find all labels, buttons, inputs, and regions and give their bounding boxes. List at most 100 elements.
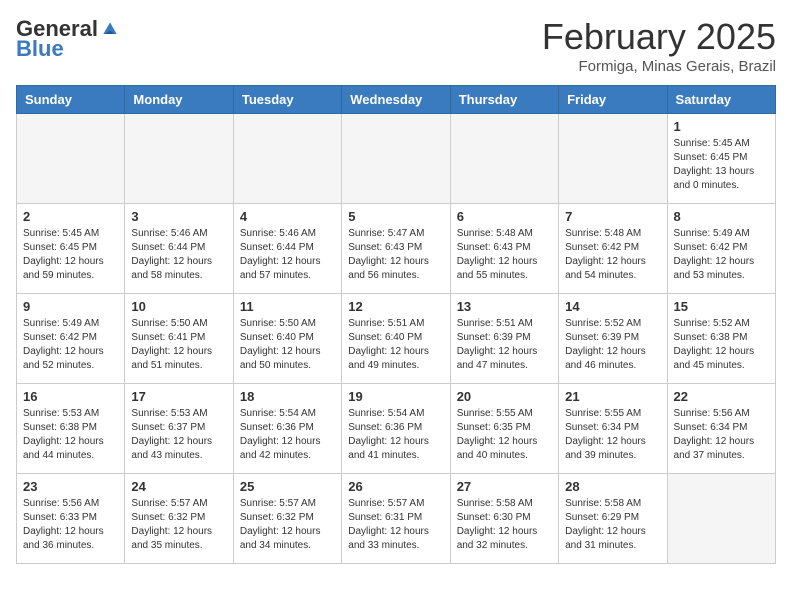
calendar-cell: 5 Sunrise: 5:47 AM Sunset: 6:43 PM Daylig… [342,204,450,294]
day-number: 16 [23,389,118,404]
calendar-cell: 24 Sunrise: 5:57 AM Sunset: 6:32 PM Dayli… [125,474,233,564]
calendar-week-2: 2 Sunrise: 5:45 AM Sunset: 6:45 PM Daylig… [17,204,776,294]
day-info: Sunrise: 5:45 AM Sunset: 6:45 PM Dayligh… [23,227,118,283]
calendar-week-5: 23 Sunrise: 5:56 AM Sunset: 6:33 PM Dayli… [17,474,776,564]
calendar-cell: 11 Sunrise: 5:50 AM Sunset: 6:40 PM Dayli… [233,294,341,384]
day-info: Sunrise: 5:49 AM Sunset: 6:42 PM Dayligh… [23,317,118,373]
weekday-header-monday: Monday [125,86,233,114]
day-number: 6 [457,209,552,224]
calendar-cell: 27 Sunrise: 5:58 AM Sunset: 6:30 PM Dayli… [450,474,558,564]
day-number: 2 [23,209,118,224]
calendar-cell: 3 Sunrise: 5:46 AM Sunset: 6:44 PM Daylig… [125,204,233,294]
calendar-table: SundayMondayTuesdayWednesdayThursdayFrid… [16,85,776,564]
calendar-cell: 28 Sunrise: 5:58 AM Sunset: 6:29 PM Dayli… [559,474,667,564]
day-info: Sunrise: 5:58 AM Sunset: 6:30 PM Dayligh… [457,497,552,553]
calendar-cell [667,474,775,564]
day-number: 25 [240,479,335,494]
day-number: 8 [674,209,769,224]
day-number: 11 [240,299,335,314]
day-info: Sunrise: 5:57 AM Sunset: 6:32 PM Dayligh… [131,497,226,553]
calendar-cell [342,114,450,204]
calendar-cell [559,114,667,204]
day-info: Sunrise: 5:55 AM Sunset: 6:35 PM Dayligh… [457,407,552,463]
day-info: Sunrise: 5:54 AM Sunset: 6:36 PM Dayligh… [240,407,335,463]
calendar-cell: 12Sunrise: 5:51 AM Sunset: 6:40 PM Dayli… [342,294,450,384]
calendar-week-1: 1 Sunrise: 5:45 AM Sunset: 6:45 PM Daylig… [17,114,776,204]
day-info: Sunrise: 5:46 AM Sunset: 6:44 PM Dayligh… [131,227,226,283]
calendar-cell: 9 Sunrise: 5:49 AM Sunset: 6:42 PM Daylig… [17,294,125,384]
day-info: Sunrise: 5:57 AM Sunset: 6:32 PM Dayligh… [240,497,335,553]
day-number: 13 [457,299,552,314]
weekday-header-friday: Friday [559,86,667,114]
calendar-cell: 10 Sunrise: 5:50 AM Sunset: 6:41 PM Dayli… [125,294,233,384]
day-number: 9 [23,299,118,314]
calendar-cell: 1 Sunrise: 5:45 AM Sunset: 6:45 PM Daylig… [667,114,775,204]
day-number: 14 [565,299,660,314]
day-number: 26 [348,479,443,494]
page-header: General Blue February 2025 Formiga, Mina… [16,16,776,75]
day-info: Sunrise: 5:47 AM Sunset: 6:43 PM Dayligh… [348,227,443,283]
location-text: Formiga, Minas Gerais, Brazil [542,58,776,75]
day-info: Sunrise: 5:53 AM Sunset: 6:37 PM Dayligh… [131,407,226,463]
day-info: Sunrise: 5:57 AM Sunset: 6:31 PM Dayligh… [348,497,443,553]
day-info: Sunrise: 5:50 AM Sunset: 6:40 PM Dayligh… [240,317,335,373]
day-number: 27 [457,479,552,494]
calendar-cell: 7 Sunrise: 5:48 AM Sunset: 6:42 PM Daylig… [559,204,667,294]
day-number: 7 [565,209,660,224]
day-number: 1 [674,119,769,134]
calendar-cell [17,114,125,204]
day-number: 4 [240,209,335,224]
day-number: 3 [131,209,226,224]
calendar-week-4: 16 Sunrise: 5:53 AM Sunset: 6:38 PM Dayli… [17,384,776,474]
day-number: 15 [674,299,769,314]
calendar-cell: 15 Sunrise: 5:52 AM Sunset: 6:38 PM Dayli… [667,294,775,384]
day-info: Sunrise: 5:56 AM Sunset: 6:34 PM Dayligh… [674,407,769,463]
day-info: Sunrise: 5:52 AM Sunset: 6:38 PM Dayligh… [674,317,769,373]
day-number: 28 [565,479,660,494]
calendar-cell: 2 Sunrise: 5:45 AM Sunset: 6:45 PM Daylig… [17,204,125,294]
calendar-cell: 17 Sunrise: 5:53 AM Sunset: 6:37 PM Dayli… [125,384,233,474]
calendar-header-row: SundayMondayTuesdayWednesdayThursdayFrid… [17,86,776,114]
calendar-cell: 19 Sunrise: 5:54 AM Sunset: 6:36 PM Dayli… [342,384,450,474]
calendar-cell: 6 Sunrise: 5:48 AM Sunset: 6:43 PM Daylig… [450,204,558,294]
day-info: Sunrise: 5:48 AM Sunset: 6:42 PM Dayligh… [565,227,660,283]
day-number: 18 [240,389,335,404]
day-number: 21 [565,389,660,404]
day-info: Sunrise: 5:46 AM Sunset: 6:44 PM Dayligh… [240,227,335,283]
day-info: Sunrise: 5:53 AM Sunset: 6:38 PM Dayligh… [23,407,118,463]
day-info: Sunrise: 5:55 AM Sunset: 6:34 PM Dayligh… [565,407,660,463]
day-number: 19 [348,389,443,404]
calendar-cell: 22 Sunrise: 5:56 AM Sunset: 6:34 PM Dayli… [667,384,775,474]
calendar-cell: 4 Sunrise: 5:46 AM Sunset: 6:44 PM Daylig… [233,204,341,294]
day-number: 17 [131,389,226,404]
weekday-header-wednesday: Wednesday [342,86,450,114]
day-number: 20 [457,389,552,404]
title-section: February 2025 Formiga, Minas Gerais, Bra… [542,16,776,75]
calendar-cell: 21 Sunrise: 5:55 AM Sunset: 6:34 PM Dayli… [559,384,667,474]
weekday-header-thursday: Thursday [450,86,558,114]
day-info: Sunrise: 5:50 AM Sunset: 6:41 PM Dayligh… [131,317,226,373]
day-number: 5 [348,209,443,224]
day-info: Sunrise: 5:48 AM Sunset: 6:43 PM Dayligh… [457,227,552,283]
day-info: Sunrise: 5:51 AM Sunset: 6:40 PM Dayligh… [348,317,443,373]
calendar-cell: 23 Sunrise: 5:56 AM Sunset: 6:33 PM Dayli… [17,474,125,564]
day-number: 10 [131,299,226,314]
calendar-week-3: 9 Sunrise: 5:49 AM Sunset: 6:42 PM Daylig… [17,294,776,384]
calendar-cell: 26 Sunrise: 5:57 AM Sunset: 6:31 PM Dayli… [342,474,450,564]
day-number: 23 [23,479,118,494]
logo-icon [100,19,120,39]
calendar-cell: 20 Sunrise: 5:55 AM Sunset: 6:35 PM Dayli… [450,384,558,474]
calendar-cell [450,114,558,204]
month-title: February 2025 [542,16,776,58]
day-info: Sunrise: 5:52 AM Sunset: 6:39 PM Dayligh… [565,317,660,373]
day-info: Sunrise: 5:49 AM Sunset: 6:42 PM Dayligh… [674,227,769,283]
day-info: Sunrise: 5:51 AM Sunset: 6:39 PM Dayligh… [457,317,552,373]
day-number: 22 [674,389,769,404]
day-info: Sunrise: 5:54 AM Sunset: 6:36 PM Dayligh… [348,407,443,463]
day-number: 24 [131,479,226,494]
day-info: Sunrise: 5:56 AM Sunset: 6:33 PM Dayligh… [23,497,118,553]
weekday-header-saturday: Saturday [667,86,775,114]
day-info: Sunrise: 5:58 AM Sunset: 6:29 PM Dayligh… [565,497,660,553]
day-info: Sunrise: 5:45 AM Sunset: 6:45 PM Dayligh… [674,137,769,193]
calendar-cell: 14 Sunrise: 5:52 AM Sunset: 6:39 PM Dayli… [559,294,667,384]
